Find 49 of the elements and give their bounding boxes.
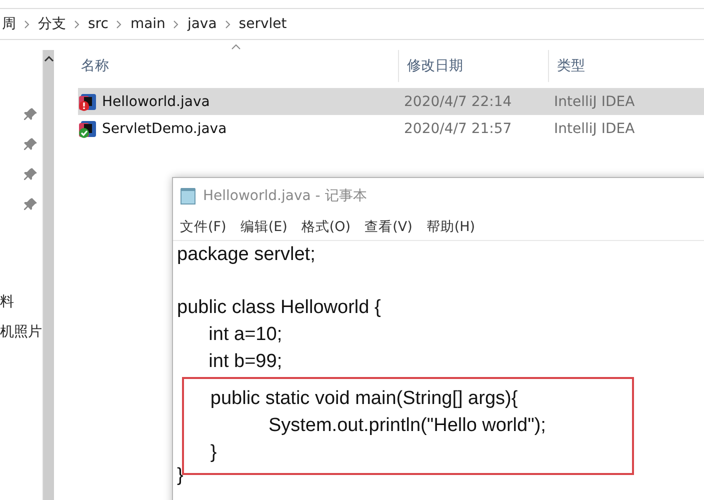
menu-item[interactable]: 查看(V) <box>364 218 412 236</box>
menu-item[interactable]: 格式(O) <box>301 218 351 236</box>
menu-item[interactable]: 帮助(H) <box>426 218 476 236</box>
pin-icon[interactable] <box>24 197 38 211</box>
chevron-icon <box>224 20 231 28</box>
breadcrumb-item[interactable]: java <box>187 16 217 32</box>
file-name: ServletDemo.java <box>102 120 227 136</box>
file-type: IntelliJ IDEA <box>554 120 636 136</box>
code-line: System.out.println("Hello world"); <box>267 414 547 438</box>
code-line: public static void main(String[] args){ <box>209 387 519 411</box>
menu-item[interactable]: 文件(F) <box>180 218 226 236</box>
address-bar[interactable]: 周 分支 src main java servlet <box>0 8 704 40</box>
file-date: 2020/4/7 21:57 <box>404 120 513 136</box>
code-line: int b=99; <box>208 350 284 374</box>
nav-item[interactable]: 机照片 <box>0 323 42 341</box>
breadcrumb-item[interactable]: main <box>130 16 166 32</box>
code-line: package servlet; <box>177 243 316 267</box>
file-name: Helloworld.java <box>102 94 210 110</box>
column-header[interactable]: 名称 <box>54 50 399 82</box>
scroll-up-icon[interactable] <box>44 56 54 62</box>
breadcrumb-item[interactable]: servlet <box>238 16 287 32</box>
chevron-icon <box>24 20 30 28</box>
chevron-icon <box>74 20 80 28</box>
scrollbar[interactable] <box>43 50 54 500</box>
java-file-icon <box>78 92 98 112</box>
pin-icon[interactable] <box>24 107 38 121</box>
chevron-icon <box>173 20 180 28</box>
breadcrumb-item[interactable]: 分支 <box>38 15 66 33</box>
code-line: int a=10; <box>208 323 284 347</box>
notepad-icon <box>179 187 197 205</box>
breadcrumb-item[interactable]: src <box>88 16 108 32</box>
code-line: } <box>177 465 184 487</box>
menu-item[interactable]: 编辑(E) <box>240 218 288 236</box>
sort-caret-icon <box>231 44 241 50</box>
chevron-icon <box>116 20 122 28</box>
window-title: Helloworld.java - 记事本 <box>203 187 367 205</box>
file-date: 2020/4/7 22:14 <box>404 94 513 110</box>
file-type: IntelliJ IDEA <box>554 94 636 110</box>
breadcrumb-item[interactable]: 周 <box>2 15 16 33</box>
file-row[interactable]: Helloworld.java 2020/4/7 22:14 IntelliJ IDEA <box>78 88 704 115</box>
pin-icon[interactable] <box>24 137 38 151</box>
java-file-icon <box>78 118 98 138</box>
column-header[interactable]: 修改日期 <box>399 50 549 82</box>
nav-item[interactable]: 料 <box>0 293 14 311</box>
pin-icon[interactable] <box>24 167 38 181</box>
column-header[interactable]: 类型 <box>549 50 699 82</box>
file-row[interactable]: ServletDemo.java 2020/4/7 21:57 IntelliJ IDEA <box>78 115 704 142</box>
code-line: } <box>209 441 218 465</box>
code-line: public class Helloworld { <box>177 296 382 320</box>
